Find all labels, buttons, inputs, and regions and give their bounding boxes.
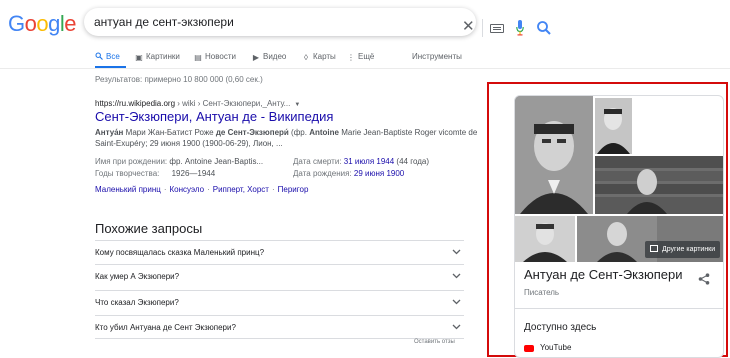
tab-label: Видео bbox=[263, 52, 287, 61]
result-url[interactable]: https://ru.wikipedia.org › wiki › Сент-Э… bbox=[95, 99, 300, 108]
fact-birth-link[interactable]: 29 июня 1900 bbox=[354, 169, 404, 178]
image-icon bbox=[650, 245, 658, 252]
result-sublinks: Маленький принц · Консуэло · Рипперт, Хорст ·… bbox=[95, 185, 308, 194]
result-title-link[interactable]: Сент-Экзюпери, Антуан де - Википедия bbox=[95, 109, 333, 124]
portrait-photo[interactable] bbox=[595, 156, 723, 214]
logo-letter: o bbox=[24, 11, 37, 36]
mic-icon[interactable] bbox=[516, 20, 524, 36]
related-question[interactable]: Кто убил Антуана де Сент Экзюпери? bbox=[95, 315, 464, 339]
knowledge-panel: Другие картинки Антуан де Сент-Экзюпери … bbox=[514, 95, 724, 358]
related-question-text: Кто убил Антуана де Сент Экзюпери? bbox=[95, 323, 236, 332]
tools-label: Инструменты bbox=[412, 52, 462, 61]
tab-images[interactable]: ▣ Картинки bbox=[135, 46, 180, 68]
available-title: Доступно здесь bbox=[524, 322, 597, 333]
fact-death: Дата смерти: 31 июля 1944 (44 года) bbox=[293, 156, 429, 168]
more-images-button[interactable]: Другие картинки bbox=[645, 241, 721, 258]
fact-years: Годы творчества: 1926—1944 bbox=[95, 168, 215, 180]
separator-dot: · bbox=[207, 185, 210, 194]
fact-value: 1926—1944 bbox=[171, 169, 216, 178]
tab-news[interactable]: ▤ Новости bbox=[194, 46, 236, 68]
related-title: Похожие запросы bbox=[95, 221, 203, 236]
tab-label: Ещё bbox=[358, 52, 375, 61]
feedback-link[interactable]: Оставить отзы bbox=[414, 339, 455, 345]
fact-label: Дата смерти: bbox=[293, 157, 342, 166]
related-question-text: Что сказал Экзюпери? bbox=[95, 298, 179, 307]
portrait-photo[interactable] bbox=[595, 98, 632, 154]
fact-value: фр. Antoine Jean-Baptis... bbox=[169, 157, 264, 166]
sublink[interactable]: Консуэло bbox=[170, 185, 205, 194]
chevron-down-icon[interactable] bbox=[452, 322, 461, 331]
map-pin-icon: ◊ bbox=[304, 53, 308, 62]
news-icon: ▤ bbox=[194, 53, 202, 62]
search-divider bbox=[482, 19, 483, 37]
fact-death-link[interactable]: 31 июля 1944 bbox=[344, 157, 394, 166]
result-stats: Результатов: примерно 10 800 000 (0,60 с… bbox=[95, 75, 263, 84]
search-icon[interactable] bbox=[536, 20, 552, 36]
entity-name: Антуан де Сент-Экзюпери bbox=[524, 267, 683, 282]
separator-dot: · bbox=[163, 185, 167, 194]
fact-label: Имя при рождении: bbox=[95, 157, 168, 166]
video-icon: ▶ bbox=[252, 53, 260, 62]
fact-value: (44 года) bbox=[394, 157, 429, 166]
google-logo[interactable]: Google bbox=[8, 11, 77, 37]
more-icon: ⋮ bbox=[347, 53, 355, 62]
sublink[interactable]: Маленький принц bbox=[95, 185, 161, 194]
snippet-text: (фр. bbox=[288, 128, 310, 137]
tab-label: Все bbox=[106, 52, 120, 61]
result-snippet: Антуа́н Мари Жан-Батист Роже де Сент-Экз… bbox=[95, 127, 480, 149]
close-icon[interactable]: ✕ bbox=[462, 19, 476, 34]
youtube-link[interactable]: YouTube bbox=[540, 343, 571, 352]
panel-divider bbox=[515, 308, 723, 309]
logo-letter: e bbox=[64, 11, 77, 36]
portrait-photo[interactable] bbox=[515, 216, 575, 262]
search-tabs: Все ▣ Картинки ▤ Новости ▶ Видео ◊ Карты ⋮ Ещ… bbox=[0, 46, 730, 68]
keyboard-icon[interactable] bbox=[490, 24, 504, 33]
fact-label: Годы творчества: bbox=[95, 169, 160, 178]
related-question-text: Как умер А Экзюпери? bbox=[95, 272, 180, 281]
result-url-host: https://ru.wikipedia.org bbox=[95, 99, 176, 108]
search-box[interactable]: антуан де сент-экзюпери ✕ bbox=[84, 8, 551, 37]
sublink[interactable]: Перигор bbox=[278, 185, 309, 194]
youtube-icon bbox=[524, 345, 534, 352]
result-url-path: › wiki › Сент-Экзюпери,_Анту... bbox=[175, 99, 291, 108]
logo-letter: o bbox=[36, 11, 49, 36]
tab-label: Картинки bbox=[146, 52, 180, 61]
logo-letter: g bbox=[48, 11, 60, 36]
snippet-bold: Antoine bbox=[309, 128, 339, 137]
fact-birth-name: Имя при рождении: фр. Antoine Jean-Bapti… bbox=[95, 156, 263, 168]
chevron-down-icon[interactable]: ▼ bbox=[294, 102, 300, 108]
related-divider bbox=[95, 338, 464, 339]
related-question[interactable]: Кому посвящалась сказка Маленький принц? bbox=[95, 240, 464, 264]
chevron-down-icon[interactable] bbox=[452, 247, 461, 256]
tab-label: Новости bbox=[205, 52, 236, 61]
tools-button[interactable]: Инструменты bbox=[412, 46, 462, 68]
entity-description: Писатель bbox=[524, 288, 560, 297]
tabs-divider bbox=[0, 68, 730, 69]
sublink[interactable]: Рипперт, Хорст bbox=[213, 185, 269, 194]
separator-dot: · bbox=[271, 185, 275, 194]
related-question-text: Кому посвящалась сказка Маленький принц? bbox=[95, 248, 265, 257]
snippet-bold: Антуа́н bbox=[95, 128, 124, 137]
tab-more[interactable]: ⋮ Ещё bbox=[347, 46, 374, 68]
tab-video[interactable]: ▶ Видео bbox=[252, 46, 286, 68]
search-icon bbox=[95, 52, 103, 60]
chevron-down-icon[interactable] bbox=[452, 271, 461, 280]
logo-letter: G bbox=[8, 11, 25, 36]
fact-label: Дата рождения: bbox=[293, 169, 352, 178]
snippet-bold: де Сент-Экзюпери́ bbox=[215, 128, 289, 137]
share-icon[interactable] bbox=[698, 273, 710, 285]
more-images-label: Другие картинки bbox=[662, 246, 716, 253]
related-question[interactable]: Как умер А Экзюпери? bbox=[95, 264, 464, 288]
search-input[interactable]: антуан де сент-экзюпери bbox=[94, 15, 234, 29]
image-icon: ▣ bbox=[135, 53, 143, 62]
tab-label: Карты bbox=[313, 52, 336, 61]
snippet-text: Мари Жан-Батист Роже bbox=[123, 128, 216, 137]
tab-all[interactable]: Все bbox=[95, 46, 126, 68]
fact-birth: Дата рождения: 29 июня 1900 bbox=[293, 168, 404, 180]
chevron-down-icon[interactable] bbox=[452, 297, 461, 306]
tab-maps[interactable]: ◊ Карты bbox=[302, 46, 336, 68]
related-question[interactable]: Что сказал Экзюпери? bbox=[95, 290, 464, 314]
portrait-photo[interactable] bbox=[515, 96, 593, 214]
